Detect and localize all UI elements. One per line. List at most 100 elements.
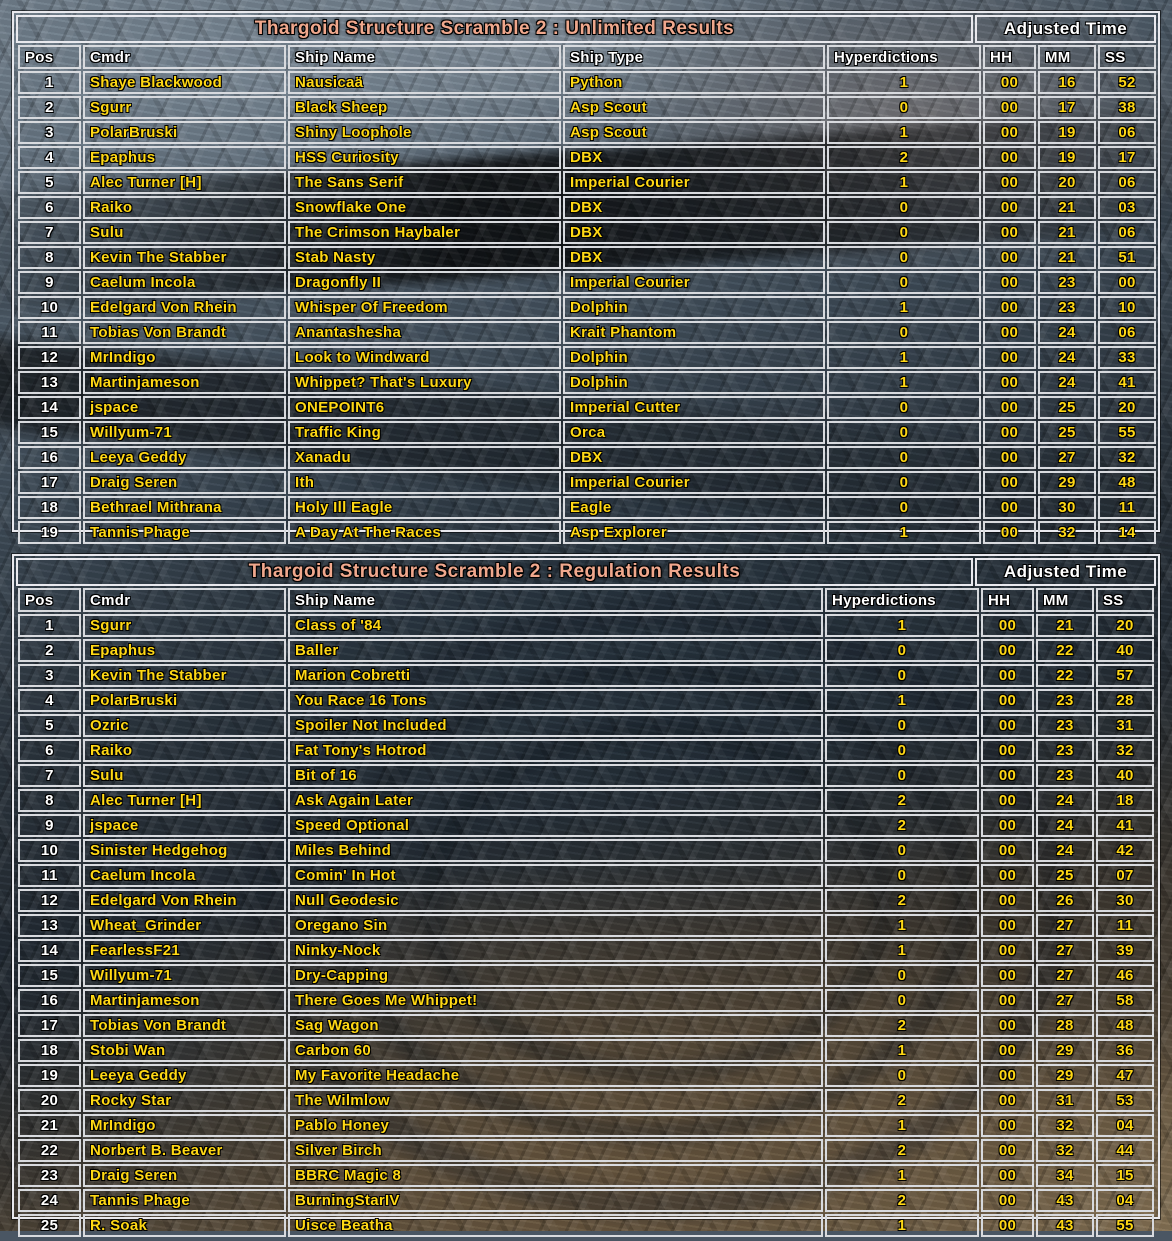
- table-row[interactable]: 4 Epaphus HSS Curiosity DBX 2 00 19 17: [18, 146, 1156, 169]
- column-header-hyperdictions[interactable]: Hyperdictions: [827, 45, 981, 69]
- table-row[interactable]: 5 Alec Turner [H] The Sans Serif Imperial C…: [18, 171, 1156, 194]
- cell-hyperdictions: 2: [825, 1189, 979, 1212]
- cell-hours: 00: [981, 1214, 1034, 1237]
- table-row[interactable]: 16 Leeya Geddy Xanadu DBX 0 00 27 32: [18, 446, 1156, 469]
- cell-hours: 00: [981, 1114, 1034, 1137]
- cell-position: 8: [18, 789, 81, 812]
- column-header-pos[interactable]: Pos: [18, 45, 81, 69]
- cell-position: 4: [18, 146, 81, 169]
- table-row[interactable]: 2 Sgurr Black Sheep Asp Scout 0 00 17 38: [18, 96, 1156, 119]
- cell-cmdr: MrIndigo: [83, 346, 286, 369]
- column-header-cmdr[interactable]: Cmdr: [83, 45, 286, 69]
- table-row[interactable]: 21 MrIndigo Pablo Honey 1 00 32 04: [18, 1114, 1154, 1137]
- cell-minutes: 23: [1036, 714, 1094, 737]
- table-row[interactable]: 12 Edelgard Von Rhein Null Geodesic 2 00 26 30: [18, 889, 1154, 912]
- table-row[interactable]: 1 Shaye Blackwood Nausicaä Python 1 00 16 52: [18, 71, 1156, 94]
- table-row[interactable]: 2 Epaphus Baller 0 00 22 40: [18, 639, 1154, 662]
- table-row[interactable]: 6 Raiko Snowflake One DBX 0 00 21 03: [18, 196, 1156, 219]
- table-row[interactable]: 13 Wheat_Grinder Oregano Sin 1 00 27 11: [18, 914, 1154, 937]
- table-row[interactable]: 13 Martinjameson Whippet? That's Luxury Dol…: [18, 371, 1156, 394]
- cell-hours: 00: [983, 196, 1036, 219]
- cell-ship-name: Snowflake One: [288, 196, 561, 219]
- column-header-hyperdictions[interactable]: Hyperdictions: [825, 588, 979, 612]
- table-row[interactable]: 8 Kevin The Stabber Stab Nasty DBX 0 00 21 51: [18, 246, 1156, 269]
- cell-cmdr: Sulu: [83, 221, 286, 244]
- table-row[interactable]: 23 Draig Seren BBRC Magic 8 1 00 34 15: [18, 1164, 1154, 1187]
- cell-ship-name: Stab Nasty: [288, 246, 561, 269]
- column-header-hh[interactable]: HH: [981, 588, 1034, 612]
- table-row[interactable]: 22 Norbert B. Beaver Silver Birch 2 00 32 44: [18, 1139, 1154, 1162]
- table-row[interactable]: 14 FearlessF21 Ninky-Nock 1 00 27 39: [18, 939, 1154, 962]
- table-row[interactable]: 10 Sinister Hedgehog Miles Behind 0 00 24 42: [18, 839, 1154, 862]
- table-row[interactable]: 4 PolarBruski You Race 16 Tons 1 00 23 28: [18, 689, 1154, 712]
- table-row[interactable]: 3 Kevin The Stabber Marion Cobretti 0 00 22 57: [18, 664, 1154, 687]
- cell-hours: 00: [981, 939, 1034, 962]
- table-row[interactable]: 6 Raiko Fat Tony's Hotrod 0 00 23 32: [18, 739, 1154, 762]
- column-header-ship-name[interactable]: Ship Name: [288, 45, 561, 69]
- column-header-ss[interactable]: SS: [1098, 45, 1156, 69]
- cell-position: 15: [18, 421, 81, 444]
- cell-minutes: 32: [1036, 1139, 1094, 1162]
- table-row[interactable]: 19 Leeya Geddy My Favorite Headache 0 00 29 47: [18, 1064, 1154, 1087]
- table-row[interactable]: 19 Tannis Phage A Day At The Races Asp Expl…: [18, 521, 1156, 544]
- column-header-hh[interactable]: HH: [983, 45, 1036, 69]
- cell-minutes: 22: [1036, 639, 1094, 662]
- table-row[interactable]: 8 Alec Turner [H] Ask Again Later 2 00 24 18: [18, 789, 1154, 812]
- table-row[interactable]: 7 Sulu Bit of 16 0 00 23 40: [18, 764, 1154, 787]
- table-row[interactable]: 11 Caelum Incola Comin' In Hot 0 00 25 07: [18, 864, 1154, 887]
- column-header-pos[interactable]: Pos: [18, 588, 81, 612]
- cell-minutes: 43: [1036, 1189, 1094, 1212]
- table-row[interactable]: 18 Bethrael Mithrana Holy Ill Eagle Eagle 0 0…: [18, 496, 1156, 519]
- cell-hyperdictions: 2: [825, 1089, 979, 1112]
- cell-cmdr: Rocky Star: [83, 1089, 286, 1112]
- table-row[interactable]: 25 R. Soak Uisce Beatha 1 00 43 55: [18, 1214, 1154, 1237]
- cell-hyperdictions: 1: [825, 614, 979, 637]
- cell-cmdr: Draig Seren: [83, 1164, 286, 1187]
- table-row[interactable]: 15 Willyum-71 Dry-Capping 0 00 27 46: [18, 964, 1154, 987]
- table-row[interactable]: 16 Martinjameson There Goes Me Whippet! 0 00…: [18, 989, 1154, 1012]
- cell-minutes: 32: [1036, 1114, 1094, 1137]
- cell-cmdr: Kevin The Stabber: [83, 246, 286, 269]
- cell-hyperdictions: 2: [825, 814, 979, 837]
- table-row[interactable]: 12 MrIndigo Look to Windward Dolphin 1 00 24 33: [18, 346, 1156, 369]
- table-row[interactable]: 17 Draig Seren Ith Imperial Courier 0 00 29 48: [18, 471, 1156, 494]
- table-row[interactable]: 17 Tobias Von Brandt Sag Wagon 2 00 28 48: [18, 1014, 1154, 1037]
- cell-cmdr: Edelgard Von Rhein: [83, 296, 286, 319]
- column-header-mm[interactable]: MM: [1036, 588, 1094, 612]
- column-header-ship-name[interactable]: Ship Name: [288, 588, 823, 612]
- cell-hours: 00: [983, 421, 1036, 444]
- cell-hours: 00: [983, 171, 1036, 194]
- table-body-regulation: 1 Sgurr Class of '84 1 00 21 20 2 Epaphus Baller 0…: [18, 614, 1154, 1237]
- table-row[interactable]: 7 Sulu The Crimson Haybaler DBX 0 00 21 06: [18, 221, 1156, 244]
- cell-hyperdictions: 0: [825, 639, 979, 662]
- table-row[interactable]: 15 Willyum-71 Traffic King Orca 0 00 25 55: [18, 421, 1156, 444]
- cell-ship-type: Dolphin: [563, 296, 825, 319]
- adjusted-time-label-regulation: Adjusted Time: [1003, 562, 1128, 581]
- table-row[interactable]: 11 Tobias Von Brandt Anantashesha Krait Pha…: [18, 321, 1156, 344]
- table-row[interactable]: 9 Caelum Incola Dragonfly II Imperial Couri…: [18, 271, 1156, 294]
- table-row[interactable]: 9 jspace Speed Optional 2 00 24 41: [18, 814, 1154, 837]
- table-row[interactable]: 18 Stobi Wan Carbon 60 1 00 29 36: [18, 1039, 1154, 1062]
- cell-position: 11: [18, 864, 81, 887]
- column-header-cmdr[interactable]: Cmdr: [83, 588, 286, 612]
- table-row[interactable]: 1 Sgurr Class of '84 1 00 21 20: [18, 614, 1154, 637]
- table-row[interactable]: 3 PolarBruski Shiny Loophole Asp Scout 1 00 19…: [18, 121, 1156, 144]
- cell-hours: 00: [981, 1189, 1034, 1212]
- cell-seconds: 48: [1098, 471, 1156, 494]
- cell-cmdr: Tannis Phage: [83, 1189, 286, 1212]
- table-row[interactable]: 14 jspace ONEPOINT6 Imperial Cutter 0 00 25 20: [18, 396, 1156, 419]
- cell-position: 6: [18, 196, 81, 219]
- column-header-ship-type[interactable]: Ship Type: [563, 45, 825, 69]
- cell-hours: 00: [981, 1014, 1034, 1037]
- column-header-ss[interactable]: SS: [1096, 588, 1154, 612]
- table-row[interactable]: 24 Tannis Phage BurningStarIV 2 00 43 04: [18, 1189, 1154, 1212]
- table-row[interactable]: 10 Edelgard Von Rhein Whisper Of Freedom Do…: [18, 296, 1156, 319]
- cell-position: 14: [18, 396, 81, 419]
- cell-position: 22: [18, 1139, 81, 1162]
- cell-cmdr: jspace: [83, 396, 286, 419]
- cell-position: 13: [18, 914, 81, 937]
- cell-hours: 00: [981, 614, 1034, 637]
- table-row[interactable]: 20 Rocky Star The Wilmlow 2 00 31 53: [18, 1089, 1154, 1112]
- column-header-mm[interactable]: MM: [1038, 45, 1096, 69]
- table-row[interactable]: 5 Ozric Spoiler Not Included 0 00 23 31: [18, 714, 1154, 737]
